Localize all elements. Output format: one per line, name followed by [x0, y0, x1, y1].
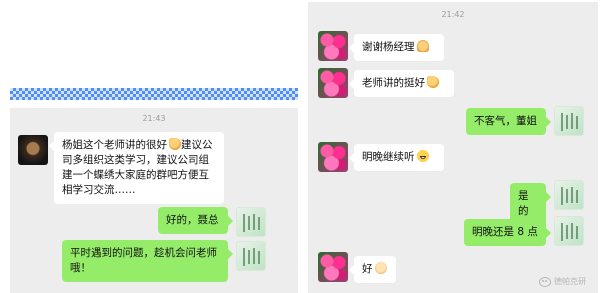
message-bubble-outgoing[interactable]: 平时遇到的问题，趁机会问老师哦！ — [62, 240, 233, 282]
watermark-text: 德帕克研 — [554, 277, 586, 286]
thumbs-up-icon — [427, 76, 439, 88]
message-text: 好的，聂总 — [166, 214, 219, 226]
grinning-face-icon — [416, 150, 429, 162]
avatar[interactable] — [318, 68, 348, 98]
message-bubble-outgoing[interactable]: 明晚还是 8 点 — [464, 219, 551, 246]
message-text: 明晚继续听 — [362, 151, 415, 163]
right-chat-panel: 21:42 谢谢杨经理 老师讲的挺好 不客气，董姐 明晚继续听 是的 明晚还是 … — [308, 2, 598, 293]
ok-hand-icon — [374, 262, 387, 274]
avatar[interactable] — [236, 207, 266, 237]
decorative-stripe — [10, 88, 298, 100]
wechat-icon — [539, 276, 551, 287]
avatar[interactable] — [18, 135, 48, 165]
message-text: 杨姐这个老师讲的很好 — [62, 139, 167, 151]
message-bubble-incoming[interactable]: 谢谢杨经理 — [349, 34, 444, 61]
message-text: 是的 — [518, 190, 529, 217]
thumbs-up-icon — [169, 138, 181, 150]
message-bubble-outgoing[interactable]: 不客气，董姐 — [466, 108, 551, 135]
message-bubble-outgoing[interactable]: 好的，聂总 — [158, 207, 233, 234]
message-bubble-incoming[interactable]: 好 — [349, 256, 396, 283]
message-bubble-incoming[interactable]: 老师讲的挺好 — [349, 70, 454, 97]
watermark: 德帕克研 — [539, 276, 586, 287]
folded-hands-icon — [416, 40, 429, 52]
chat-timestamp: 21:43 — [142, 114, 166, 123]
avatar[interactable] — [318, 142, 348, 172]
avatar[interactable] — [554, 216, 584, 246]
avatar[interactable] — [554, 106, 584, 136]
message-bubble-incoming[interactable]: 明晚继续听 — [349, 144, 444, 171]
message-text: 不客气，董姐 — [474, 115, 537, 127]
avatar[interactable] — [318, 252, 348, 282]
message-text: 明晚还是 8 点 — [472, 226, 538, 238]
message-bubble-incoming[interactable]: 杨姐这个老师讲的很好 建议公司多组织这类学习，建议公司组建一个蝶绣大家庭的群吧方便… — [49, 132, 224, 204]
left-chat-panel: 21:43 杨姐这个老师讲的很好 建议公司多组织这类学习，建议公司组建一个蝶绣大家… — [10, 108, 298, 293]
avatar[interactable] — [236, 241, 266, 271]
chat-timestamp: 21:42 — [441, 10, 465, 19]
message-text: 平时遇到的问题，趁机会问老师哦！ — [70, 247, 217, 274]
message-text: 老师讲的挺好 — [362, 77, 425, 89]
message-text: 好 — [362, 263, 373, 275]
avatar[interactable] — [554, 180, 584, 210]
message-text: 谢谢杨经理 — [362, 41, 415, 53]
avatar[interactable] — [318, 31, 348, 61]
